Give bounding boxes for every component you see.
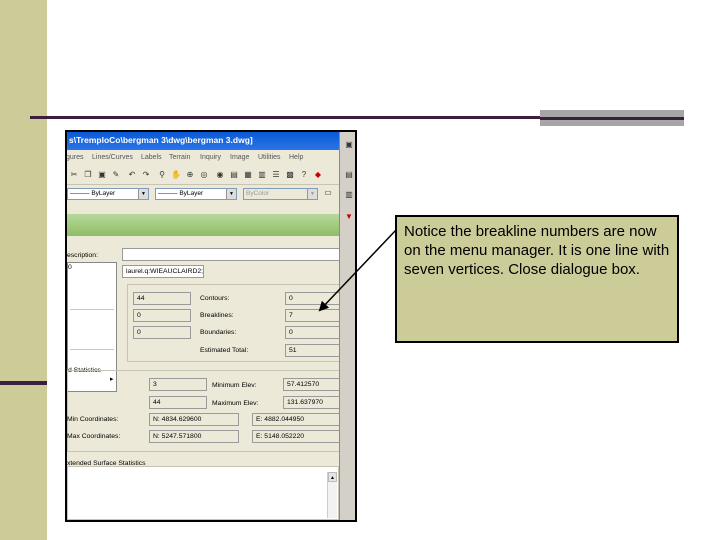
palette-tool-icon[interactable]: ▥ bbox=[344, 190, 354, 200]
right-tool-palette: ▣ ▤ ▥ ▼ bbox=[339, 132, 355, 520]
min-elev-label: Minimum Elev: bbox=[212, 382, 257, 389]
breaklines-label: Breaklines: bbox=[200, 312, 234, 319]
points-field-3: 0 bbox=[133, 326, 191, 339]
stat-field-a: 3 bbox=[149, 378, 207, 391]
plotstyle-combo[interactable]: ByColor ▼ bbox=[243, 188, 318, 200]
menu-terrain[interactable]: Terrain bbox=[169, 154, 190, 161]
palette-tool-icon[interactable]: ▤ bbox=[344, 170, 354, 180]
min-easting-field: E: 4882.044950 bbox=[252, 413, 342, 426]
left-divider-rule bbox=[0, 381, 47, 385]
points-field-2: 0 bbox=[133, 309, 191, 322]
scrollbar[interactable]: ▲ bbox=[327, 472, 337, 518]
eye-icon[interactable]: ◉ bbox=[215, 170, 225, 180]
min-elev-field: 57.412570 bbox=[283, 378, 343, 391]
plotstyle-value: ByColor bbox=[246, 190, 270, 197]
min-coordinates-label: Min Coordinates: bbox=[67, 416, 119, 423]
contours-field: 0 bbox=[285, 292, 343, 305]
chevron-up-icon: ▲ bbox=[330, 475, 335, 481]
estimated-total-field: 51 bbox=[285, 344, 343, 357]
embedded-app-screenshot: s\TremploCo\bergman 3\dwg\bergman 3.dwg]… bbox=[65, 130, 357, 522]
min-northing-field: N: 4834.629600 bbox=[149, 413, 239, 426]
standard-toolbar: ✂ ❐ ▣ ✎ ↶ ↷ ⚲ ✋ ⊕ ◎ ◉ ▤ ▦ ▥ ☰ ▩ ? ◆ bbox=[67, 166, 339, 185]
properties-toolbar: ——— ByLayer ▼ ——— ByLayer ▼ ByColor ▼ ▭ bbox=[67, 186, 339, 202]
menu-bar: gures Lines/Curves Labels Terrain Inquir… bbox=[67, 152, 339, 166]
zoom-icon[interactable]: ⊕ bbox=[185, 170, 195, 180]
undo-icon[interactable]: ↶ bbox=[127, 170, 137, 180]
context-menu-prefix: 0 bbox=[68, 264, 72, 271]
hyperlink-icon[interactable]: ⚲ bbox=[157, 170, 167, 180]
boundaries-field: 0 bbox=[285, 326, 343, 339]
scroll-up-button[interactable]: ▲ bbox=[328, 472, 337, 482]
palette-tool-icon[interactable]: ▣ bbox=[344, 140, 354, 150]
layers-icon[interactable]: ▤ bbox=[229, 170, 239, 180]
chevron-down-icon[interactable]: ▼ bbox=[138, 189, 148, 199]
calculator-icon[interactable]: ▥ bbox=[257, 170, 267, 180]
properties-icon[interactable]: ☰ bbox=[271, 170, 281, 180]
menu-help[interactable]: Help bbox=[289, 154, 303, 161]
chevron-down-icon[interactable]: ▼ bbox=[307, 189, 317, 199]
menu-figures[interactable]: gures bbox=[67, 154, 84, 161]
description-field[interactable] bbox=[122, 248, 352, 261]
points-field-1: 44 bbox=[133, 292, 191, 305]
design-center-icon[interactable]: ▩ bbox=[285, 170, 295, 180]
contours-label: Contours: bbox=[200, 295, 230, 302]
zoom-previous-icon[interactable]: ◎ bbox=[199, 170, 209, 180]
grid-icon[interactable]: ▦ bbox=[243, 170, 253, 180]
paste-icon[interactable]: ▣ bbox=[97, 170, 107, 180]
linetype-combo[interactable]: ——— ByLayer ▼ bbox=[67, 188, 149, 200]
tool-icon[interactable]: ◆ bbox=[313, 170, 323, 180]
window-title: s\TremploCo\bergman 3\dwg\bergman 3.dwg] bbox=[69, 135, 253, 145]
file-field[interactable]: laurel.q:WIEAUCLAIRD2; bbox=[122, 265, 204, 278]
palette-tool-icon[interactable]: ▼ bbox=[344, 212, 354, 222]
context-menu-separator bbox=[70, 349, 114, 350]
stat-field-b: 44 bbox=[149, 396, 207, 409]
callout-box: Notice the breakline numbers are now on … bbox=[395, 215, 679, 343]
description-label: escription: bbox=[67, 252, 98, 259]
top-accent-block bbox=[540, 110, 684, 126]
match-properties-icon[interactable]: ✎ bbox=[111, 170, 121, 180]
pan-icon[interactable]: ✋ bbox=[171, 170, 181, 180]
dialog-header-band bbox=[67, 214, 339, 236]
linetype-value: ByLayer bbox=[91, 190, 116, 197]
cut-icon[interactable]: ✂ bbox=[69, 170, 79, 180]
menu-labels[interactable]: Labels bbox=[141, 154, 162, 161]
left-decorative-bar bbox=[0, 0, 47, 540]
menu-lines-curves[interactable]: Lines/Curves bbox=[92, 154, 133, 161]
menu-utilities[interactable]: Utilities bbox=[258, 154, 281, 161]
context-menu-separator bbox=[70, 309, 114, 310]
extended-stats-list bbox=[67, 466, 339, 520]
breaklines-field: 7 bbox=[285, 309, 343, 322]
callout-text: Notice the breakline numbers are now on … bbox=[404, 223, 670, 278]
max-northing-field: N: 5247.571800 bbox=[149, 430, 239, 443]
help-icon[interactable]: ? bbox=[299, 170, 309, 180]
max-elev-field: 131.637970 bbox=[283, 396, 343, 409]
lineweight-value: ByLayer bbox=[179, 190, 204, 197]
max-elev-label: Maximum Elev: bbox=[212, 400, 259, 407]
chevron-down-icon[interactable]: ▼ bbox=[226, 189, 236, 199]
layout-icon[interactable]: ▭ bbox=[323, 188, 333, 198]
estimated-total-label: Estimated Total: bbox=[200, 347, 249, 354]
max-easting-field: E: 5148.052220 bbox=[252, 430, 342, 443]
max-coordinates-label: Max Coordinates: bbox=[67, 433, 121, 440]
redo-icon[interactable]: ↷ bbox=[141, 170, 151, 180]
boundaries-label: Boundaries: bbox=[200, 329, 237, 336]
menu-image[interactable]: Image bbox=[230, 154, 249, 161]
lineweight-combo[interactable]: ——— ByLayer ▼ bbox=[155, 188, 237, 200]
window-title-bar: s\TremploCo\bergman 3\dwg\bergman 3.dwg] bbox=[67, 132, 355, 150]
menu-inquiry[interactable]: Inquiry bbox=[200, 154, 221, 161]
copy-icon[interactable]: ❐ bbox=[83, 170, 93, 180]
